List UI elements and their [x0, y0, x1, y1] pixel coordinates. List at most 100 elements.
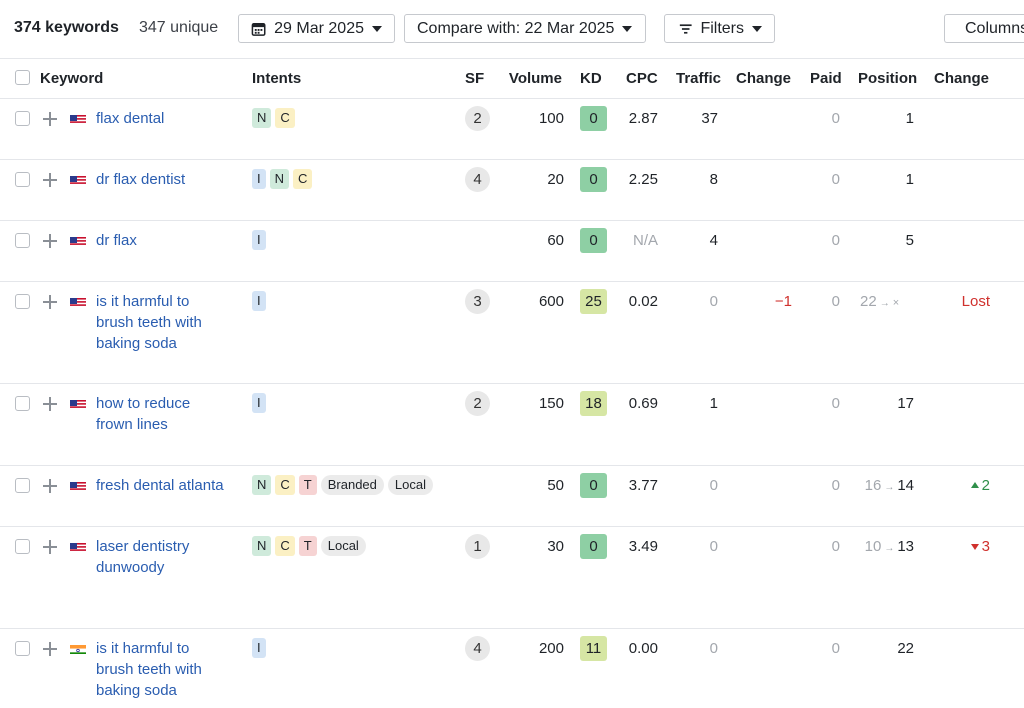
col-kd[interactable]: KD	[580, 70, 602, 87]
position-value: 5	[850, 232, 914, 249]
compare-button[interactable]: Compare with: 22 Mar 2025	[404, 14, 646, 43]
intent-badge: T	[298, 536, 317, 556]
keyword-link[interactable]: how to reduce frown lines	[96, 393, 216, 435]
kd-badge: 25	[580, 289, 607, 314]
plus-icon[interactable]	[42, 111, 58, 127]
position-from: 16	[864, 477, 882, 494]
chevron-down-icon	[622, 25, 633, 32]
filters-button[interactable]: Filters	[664, 14, 775, 43]
col-intents[interactable]: Intents	[252, 70, 301, 87]
row-checkbox[interactable]	[15, 294, 30, 309]
row-checkbox[interactable]	[15, 641, 30, 656]
traffic-change-value: −1	[774, 293, 792, 310]
arrow-right-icon: →	[884, 482, 895, 493]
cpc-value: 0.00	[628, 640, 658, 657]
traffic-value: 8	[709, 171, 718, 188]
branded-badge: Branded	[320, 475, 384, 495]
traffic-value: 0	[709, 477, 718, 494]
intent-badges: N C T Branded Local	[252, 475, 433, 495]
intent-badges: I N C	[252, 169, 313, 189]
row-checkbox[interactable]	[15, 396, 30, 411]
plus-icon[interactable]	[42, 294, 58, 310]
position-change-number: 3	[981, 538, 990, 555]
keyword-link[interactable]: is it harmful to brush teeth with baking…	[96, 638, 228, 701]
sf-badge[interactable]: 2	[465, 106, 490, 131]
intent-badges: I	[252, 291, 266, 311]
columns-button[interactable]: Columns	[944, 14, 1024, 43]
plus-icon[interactable]	[42, 478, 58, 494]
sf-badge[interactable]: 4	[465, 167, 490, 192]
traffic-value: 37	[701, 110, 718, 127]
intent-badges: N C T Local	[252, 536, 366, 556]
keyword-link[interactable]: fresh dental atlanta	[96, 475, 246, 496]
unique-count: 347 unique	[139, 19, 219, 36]
position-change-number: 2	[981, 477, 990, 494]
row-checkbox[interactable]	[15, 172, 30, 187]
table-header: Keyword Intents SF Volume KD CPC Traffic…	[0, 59, 1024, 99]
keyword-link[interactable]: is it harmful to brush teeth with baking…	[96, 291, 228, 354]
col-paid[interactable]: Paid	[810, 70, 842, 87]
cpc-value: N/A	[632, 232, 658, 249]
sf-badge[interactable]: 4	[465, 636, 490, 661]
row-checkbox[interactable]	[15, 111, 30, 126]
intent-badges: I	[252, 230, 266, 250]
position-value: 1	[850, 171, 914, 188]
col-keyword[interactable]: Keyword	[40, 70, 103, 87]
paid-value: 0	[831, 171, 840, 188]
volume-value: 600	[538, 293, 564, 310]
col-sf[interactable]: SF	[465, 70, 484, 87]
table-row: is it harmful to brush teeth with baking…	[0, 282, 1024, 384]
col-change[interactable]: Change	[736, 70, 791, 87]
col-volume[interactable]: Volume	[500, 70, 562, 87]
plus-icon[interactable]	[42, 641, 58, 657]
compare-label: Compare with: 22 Mar 2025	[417, 19, 615, 37]
col-traffic[interactable]: Traffic	[676, 70, 721, 87]
us-flag-icon	[70, 541, 86, 552]
toolbar: 374 keywords 347 unique 29 Mar 2025 Comp…	[0, 0, 1024, 59]
position-from: 22	[860, 293, 877, 310]
keyword-link[interactable]: flax dental	[96, 108, 238, 129]
row-checkbox[interactable]	[15, 539, 30, 554]
cpc-value: 3.49	[628, 538, 658, 555]
sf-badge[interactable]: 2	[465, 391, 490, 416]
position-value: 1	[850, 110, 914, 127]
kd-badge: 0	[580, 228, 607, 253]
col-position-change[interactable]: Change	[934, 70, 989, 87]
traffic-value: 0	[709, 293, 718, 310]
kd-badge: 0	[580, 473, 607, 498]
intent-badges: I	[252, 393, 266, 413]
intent-badge: C	[275, 108, 295, 128]
paid-value: 0	[831, 538, 840, 555]
position-to: 22	[897, 640, 914, 657]
keyword-link[interactable]: dr flax	[96, 230, 238, 251]
col-cpc[interactable]: CPC	[626, 70, 658, 87]
volume-value: 100	[538, 110, 564, 127]
volume-value: 30	[547, 538, 564, 555]
plus-icon[interactable]	[42, 233, 58, 249]
row-checkbox[interactable]	[15, 478, 30, 493]
row-checkbox[interactable]	[15, 233, 30, 248]
plus-icon[interactable]	[42, 396, 58, 412]
sf-badge[interactable]: 3	[465, 289, 490, 314]
date-picker-button[interactable]: 29 Mar 2025	[238, 14, 395, 43]
intent-badge: N	[269, 169, 290, 189]
keyword-link[interactable]: laser dentistry dunwoody	[96, 536, 216, 578]
col-position[interactable]: Position	[858, 70, 917, 87]
select-all-checkbox[interactable]	[15, 70, 30, 85]
sf-badge[interactable]: 1	[465, 534, 490, 559]
intent-badge: N	[252, 475, 272, 495]
position-value: 22 → ×	[846, 293, 910, 310]
plus-icon[interactable]	[42, 172, 58, 188]
plus-icon[interactable]	[42, 539, 58, 555]
us-flag-icon	[70, 480, 86, 491]
position-value: 10 → 13	[850, 538, 914, 555]
cpc-value: 2.87	[628, 110, 658, 127]
cpc-value: 0.02	[628, 293, 658, 310]
keyword-link[interactable]: dr flax dentist	[96, 169, 238, 190]
volume-value: 150	[538, 395, 564, 412]
keywords-count: 374 keywords	[14, 19, 119, 36]
intent-badge: T	[298, 475, 317, 495]
kd-badge: 0	[580, 534, 607, 559]
calendar-icon	[251, 22, 266, 36]
position-change-value: 2	[930, 477, 990, 494]
